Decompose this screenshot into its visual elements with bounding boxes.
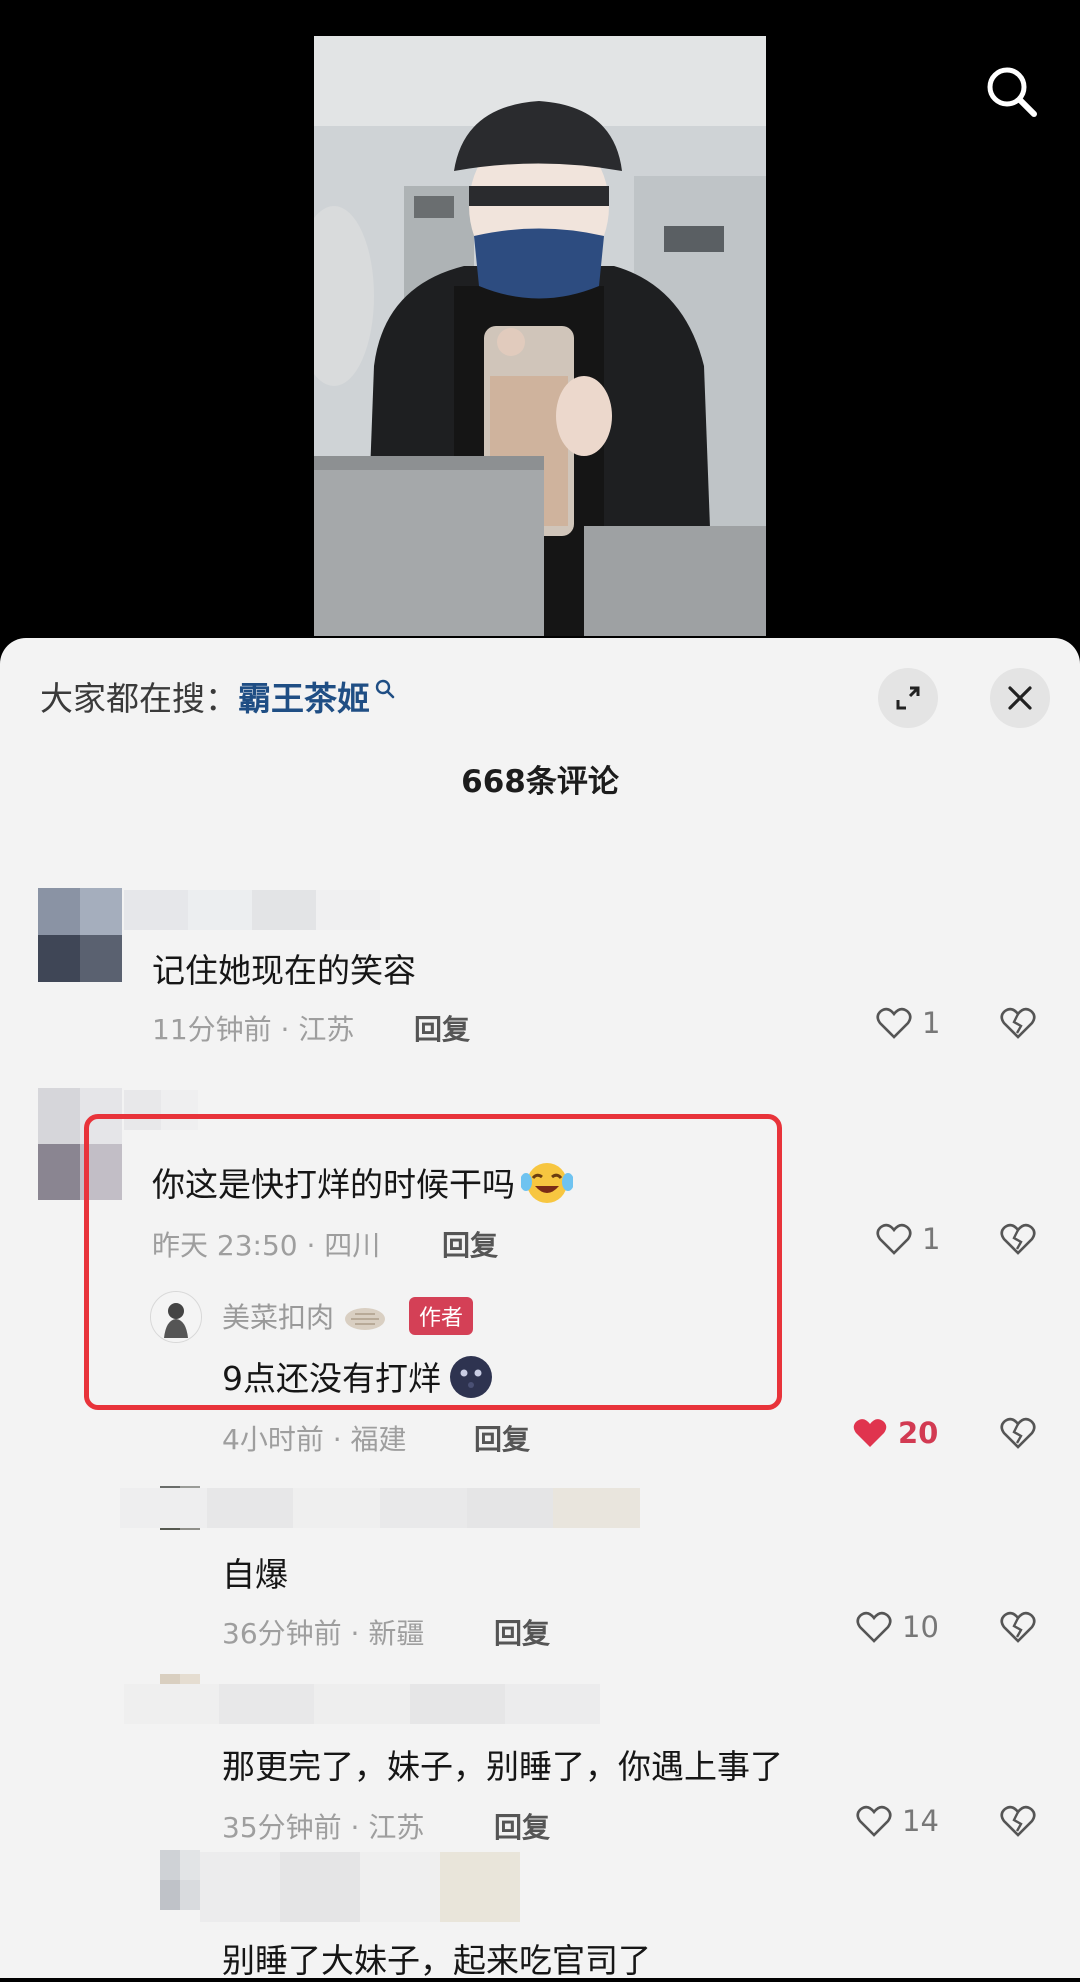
comment-text: 那更完了，妹子，别睡了，你遇上事了 bbox=[222, 1747, 783, 1786]
search-icon bbox=[375, 679, 395, 699]
expand-button[interactable] bbox=[878, 668, 938, 728]
heart-filled-icon bbox=[853, 1419, 887, 1447]
laughing-crying-emoji bbox=[520, 1160, 574, 1214]
like-button[interactable]: 10 bbox=[854, 1607, 939, 1647]
like-button[interactable]: 1 bbox=[874, 1219, 940, 1259]
heart-icon bbox=[856, 1611, 892, 1643]
comment-text-content: 你这是快打烊的时候干吗 bbox=[152, 1165, 515, 1204]
comment-meta: 昨天 23:50 · 四川 bbox=[152, 1229, 381, 1262]
hot-search-term[interactable]: 霸王茶姬 bbox=[238, 672, 370, 720]
comment-count: 668条评论 bbox=[461, 764, 619, 800]
author-avatar[interactable] bbox=[150, 1291, 202, 1343]
like-count: 20 bbox=[898, 1416, 939, 1450]
like-button[interactable]: 1 bbox=[874, 1003, 940, 1043]
reply-meta: 4小时前 · 福建 bbox=[222, 1423, 407, 1456]
video-thumbnail bbox=[314, 36, 766, 636]
broken-heart-icon[interactable] bbox=[998, 1801, 1038, 1841]
comment-text: 自爆 bbox=[222, 1555, 288, 1594]
author-badge: 作者 bbox=[409, 1297, 474, 1335]
author-name[interactable]: 美菜扣肉 bbox=[222, 1296, 387, 1336]
expand-icon bbox=[896, 686, 920, 710]
username-blurred[interactable] bbox=[124, 1090, 198, 1130]
author-name-text: 美菜扣肉 bbox=[222, 1301, 335, 1334]
like-count: 14 bbox=[902, 1804, 939, 1838]
broken-heart-icon[interactable] bbox=[998, 1413, 1038, 1453]
close-icon bbox=[1008, 686, 1032, 710]
hot-search-bar[interactable]: 大家都在搜： 霸王茶姬 bbox=[40, 672, 396, 720]
heart-icon bbox=[876, 1223, 912, 1255]
reply-text-content: 9点还没有打烊 bbox=[222, 1359, 441, 1398]
search-icon bbox=[987, 67, 1037, 117]
comment-text: 别睡了大妹子，起来吃官司了 bbox=[222, 1941, 651, 1980]
moon-face-emoji bbox=[447, 1354, 495, 1408]
avatar[interactable] bbox=[38, 888, 122, 982]
username-blurred[interactable] bbox=[200, 1852, 520, 1922]
avatar[interactable] bbox=[38, 1088, 122, 1200]
comment-meta: 11分钟前 · 江苏 bbox=[152, 1013, 355, 1046]
heart-icon bbox=[856, 1805, 892, 1837]
reply-button[interactable]: 回复 bbox=[442, 1224, 498, 1264]
comment-meta: 35分钟前 · 江苏 bbox=[222, 1811, 425, 1844]
like-count: 1 bbox=[922, 1006, 941, 1040]
heart-icon bbox=[876, 1007, 912, 1039]
broken-heart-icon[interactable] bbox=[998, 1003, 1038, 1043]
reply-button[interactable]: 回复 bbox=[494, 1806, 550, 1846]
video-frame[interactable] bbox=[314, 36, 766, 636]
like-button[interactable]: 14 bbox=[854, 1801, 939, 1841]
comment-meta: 36分钟前 · 新疆 bbox=[222, 1617, 425, 1650]
username-blurred[interactable] bbox=[124, 1684, 601, 1724]
username-blurred[interactable] bbox=[120, 1488, 641, 1528]
like-button[interactable]: 20 bbox=[850, 1413, 938, 1453]
username-blurred[interactable] bbox=[124, 890, 380, 930]
broken-heart-icon[interactable] bbox=[998, 1219, 1038, 1259]
pancake-emoji bbox=[344, 1308, 385, 1330]
hot-search-prefix: 大家都在搜： bbox=[40, 679, 238, 718]
avatar[interactable] bbox=[160, 1850, 200, 1910]
reply-button[interactable]: 回复 bbox=[474, 1418, 530, 1458]
reply-button[interactable]: 回复 bbox=[414, 1008, 470, 1048]
close-button[interactable] bbox=[990, 668, 1050, 728]
reply-button[interactable]: 回复 bbox=[494, 1612, 550, 1652]
like-count: 10 bbox=[902, 1610, 939, 1644]
broken-heart-icon[interactable] bbox=[998, 1607, 1038, 1647]
comment-text: 记住她现在的笑容 bbox=[152, 951, 416, 990]
search-button[interactable] bbox=[980, 60, 1044, 124]
comment-text: 你这是快打烊的时候干吗 bbox=[152, 1158, 574, 1214]
reply-text: 9点还没有打烊 bbox=[222, 1352, 495, 1408]
like-count: 1 bbox=[922, 1222, 941, 1256]
video-area bbox=[0, 0, 1080, 660]
